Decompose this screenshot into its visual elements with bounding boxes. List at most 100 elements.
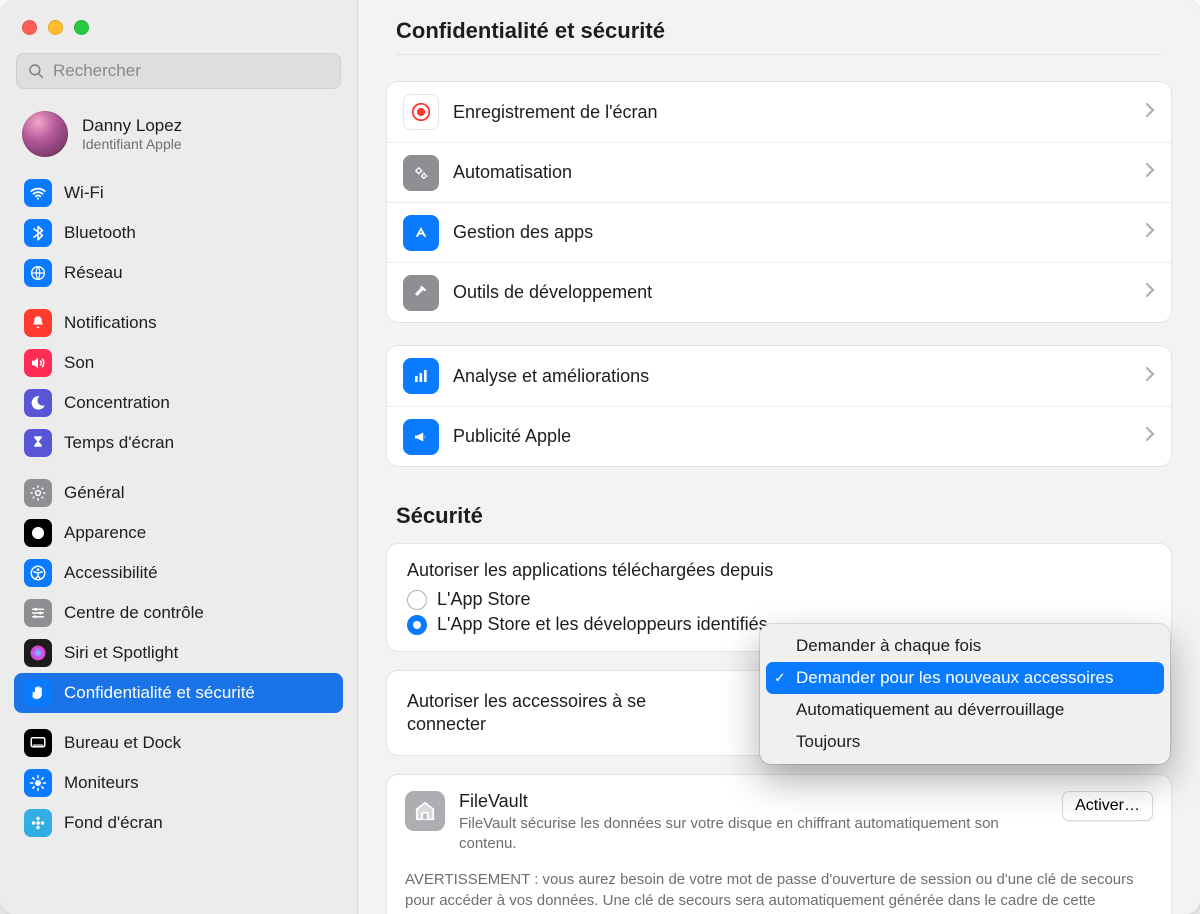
row-label: Outils de développement xyxy=(453,282,1145,303)
popup-item-label: Demander pour les nouveaux accessoires xyxy=(796,668,1114,688)
sliders-icon xyxy=(24,599,52,627)
chevron-right-icon xyxy=(1145,282,1155,303)
search-field[interactable] xyxy=(16,53,341,89)
sidebar-item-label: Siri et Spotlight xyxy=(64,643,178,663)
sidebar-item-siri[interactable]: Siri et Spotlight xyxy=(14,633,343,673)
main-pane: Confidentialité et sécurité Enregistreme… xyxy=(358,0,1200,914)
close-window-icon[interactable] xyxy=(22,20,37,35)
sidebar-item-label: Confidentialité et sécurité xyxy=(64,683,255,703)
sidebar-item-moon[interactable]: Concentration xyxy=(14,383,343,423)
appstore-icon xyxy=(403,215,439,251)
appearance-icon xyxy=(24,519,52,547)
row-label: Publicité Apple xyxy=(453,426,1145,447)
hammer-icon xyxy=(403,275,439,311)
filevault-icon xyxy=(405,791,445,831)
row-label: Analyse et améliorations xyxy=(453,366,1145,387)
sidebar-item-accessibility[interactable]: Accessibilité xyxy=(14,553,343,593)
popup-item[interactable]: Automatiquement au déverrouillage xyxy=(766,694,1164,726)
search-input[interactable] xyxy=(53,61,330,81)
sidebar-item-appearance[interactable]: Apparence xyxy=(14,513,343,553)
dock-icon xyxy=(24,729,52,757)
accessories-popup-menu[interactable]: Demander à chaque fois ✓ Demander pour les… xyxy=(760,624,1170,764)
privacy-list-2: Analyse et améliorations Publicité Apple xyxy=(386,345,1172,467)
sidebar-item-gear[interactable]: Général xyxy=(14,473,343,513)
speaker-icon xyxy=(24,349,52,377)
bell-icon xyxy=(24,309,52,337)
chevron-right-icon xyxy=(1145,162,1155,183)
bluetooth-icon xyxy=(24,219,52,247)
hourglass-icon xyxy=(24,429,52,457)
settings-row-record[interactable]: Enregistrement de l'écran xyxy=(387,82,1171,142)
popup-item-label: Demander à chaque fois xyxy=(796,636,981,656)
check-icon: ✓ xyxy=(774,670,786,687)
sidebar-item-label: Temps d'écran xyxy=(64,433,174,453)
sidebar-item-label: Wi-Fi xyxy=(64,183,104,203)
zoom-window-icon[interactable] xyxy=(74,20,89,35)
chevron-right-icon xyxy=(1145,222,1155,243)
sidebar-item-label: Bluetooth xyxy=(64,223,136,243)
record-icon xyxy=(403,94,439,130)
settings-row-appstore[interactable]: Gestion des apps xyxy=(387,202,1171,262)
popup-item[interactable]: ✓ Demander pour les nouveaux accessoires xyxy=(766,662,1164,694)
security-heading: Sécurité xyxy=(386,489,1172,543)
sidebar-item-label: Accessibilité xyxy=(64,563,158,583)
filevault-panel: FileVault FileVault sécurise les données… xyxy=(386,774,1172,914)
popup-item-label: Automatiquement au déverrouillage xyxy=(796,700,1064,720)
radio-identified-label: L'App Store et les développeurs identifi… xyxy=(437,614,768,635)
minimize-window-icon[interactable] xyxy=(48,20,63,35)
gears-icon xyxy=(403,155,439,191)
gear-icon xyxy=(24,479,52,507)
chart-icon xyxy=(403,358,439,394)
settings-row-megaphone[interactable]: Publicité Apple xyxy=(387,406,1171,466)
window-traffic-lights xyxy=(0,0,357,53)
sidebar-item-label: Bureau et Dock xyxy=(64,733,181,753)
sidebar-item-wifi[interactable]: Wi-Fi xyxy=(14,173,343,213)
radio-unchecked-icon xyxy=(407,590,427,610)
filevault-warning: AVERTISSEMENT : vous aurez besoin de vot… xyxy=(405,869,1153,914)
radio-app-store[interactable]: L'App Store xyxy=(407,589,1151,610)
row-label: Enregistrement de l'écran xyxy=(453,102,1145,123)
chevron-right-icon xyxy=(1145,366,1155,387)
settings-row-chart[interactable]: Analyse et améliorations xyxy=(387,346,1171,406)
allow-accessories-label: Autoriser les accessoires à se connecter xyxy=(407,690,667,737)
account-name: Danny Lopez xyxy=(82,116,182,136)
sidebar-item-sliders[interactable]: Centre de contrôle xyxy=(14,593,343,633)
account-sub: Identifiant Apple xyxy=(82,136,182,152)
sidebar-item-bluetooth[interactable]: Bluetooth xyxy=(14,213,343,253)
sidebar-item-dock[interactable]: Bureau et Dock xyxy=(14,723,343,763)
sun-icon xyxy=(24,769,52,797)
apple-id-account[interactable]: Danny Lopez Identifiant Apple xyxy=(0,105,357,173)
flower-icon xyxy=(24,809,52,837)
sidebar-item-label: Notifications xyxy=(64,313,157,333)
popup-item[interactable]: Demander à chaque fois xyxy=(766,630,1164,662)
chevron-right-icon xyxy=(1145,426,1155,447)
sidebar-item-bell[interactable]: Notifications xyxy=(14,303,343,343)
accessibility-icon xyxy=(24,559,52,587)
globe-icon xyxy=(24,259,52,287)
settings-row-gears[interactable]: Automatisation xyxy=(387,142,1171,202)
popup-item[interactable]: Toujours xyxy=(766,726,1164,758)
sidebar-item-label: Apparence xyxy=(64,523,146,543)
sidebar-item-flower[interactable]: Fond d'écran xyxy=(14,803,343,843)
privacy-list-1: Enregistrement de l'écran Automatisation G… xyxy=(386,81,1172,323)
sidebar-item-hand[interactable]: Confidentialité et sécurité xyxy=(14,673,343,713)
sidebar-item-sun[interactable]: Moniteurs xyxy=(14,763,343,803)
settings-row-hammer[interactable]: Outils de développement xyxy=(387,262,1171,322)
popup-item-label: Toujours xyxy=(796,732,860,752)
search-icon xyxy=(27,62,45,80)
sidebar-nav: Wi-Fi Bluetooth Réseau Notifications Son Conc… xyxy=(0,173,357,853)
sidebar-item-label: Réseau xyxy=(64,263,123,283)
row-label: Automatisation xyxy=(453,162,1145,183)
filevault-enable-button[interactable]: Activer… xyxy=(1062,791,1153,821)
filevault-title: FileVault xyxy=(459,791,1048,812)
page-title: Confidentialité et sécurité xyxy=(396,18,1162,44)
sidebar-item-label: Fond d'écran xyxy=(64,813,163,833)
hand-icon xyxy=(24,679,52,707)
sidebar-item-label: Moniteurs xyxy=(64,773,139,793)
sidebar-item-speaker[interactable]: Son xyxy=(14,343,343,383)
radio-app-store-label: L'App Store xyxy=(437,589,531,610)
sidebar-item-label: Concentration xyxy=(64,393,170,413)
settings-window: Danny Lopez Identifiant Apple Wi-Fi Bluet… xyxy=(0,0,1200,914)
sidebar-item-globe[interactable]: Réseau xyxy=(14,253,343,293)
sidebar-item-hourglass[interactable]: Temps d'écran xyxy=(14,423,343,463)
